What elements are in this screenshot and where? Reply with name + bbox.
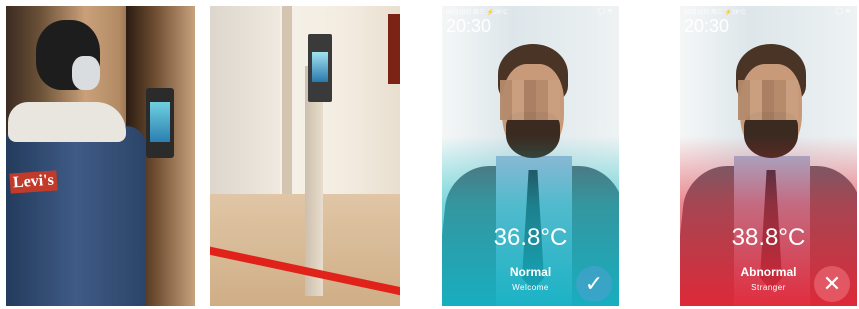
clock: 20:30 [446,16,492,36]
device-screen [312,52,328,82]
close-icon: ✕ [814,266,850,302]
pixelated-eyes [500,80,560,120]
photo-device-stand [210,6,400,306]
pixelated-eyes [738,80,798,120]
face-mask [72,56,100,90]
status-bar-left: 06月19日 周三 ⚡26°C [446,10,508,16]
jacket-logo: Levi's [9,170,58,194]
denim-jacket [6,126,146,306]
clock: 20:30 [684,16,730,36]
status-bar-icons: ◯ ≋ [835,8,851,15]
hoodie [8,102,126,142]
device-screen [150,102,170,142]
status-bar-icons: ◯ ≋ [597,8,613,15]
thermal-scanner-device [146,88,174,158]
scanner-screen-abnormal: 06月19日 周三 ⚡26°C ◯ ≋ 20:30 38.8°C Abnorma… [680,6,857,306]
temperature-reading: 38.8°C [731,224,806,251]
temperature-reading: 36.8°C [493,224,568,251]
photo-person-at-device: Levi's [6,6,195,306]
checkmark-icon: ✓ [576,266,612,302]
thermal-scanner-device [308,34,332,102]
scanner-screen-normal: 06月19日 周三 ⚡26°C ◯ ≋ 20:30 36.8°C Normal … [442,6,619,306]
picture-frame [388,14,400,84]
status-bar-left: 06月19日 周三 ⚡26°C [684,10,746,16]
